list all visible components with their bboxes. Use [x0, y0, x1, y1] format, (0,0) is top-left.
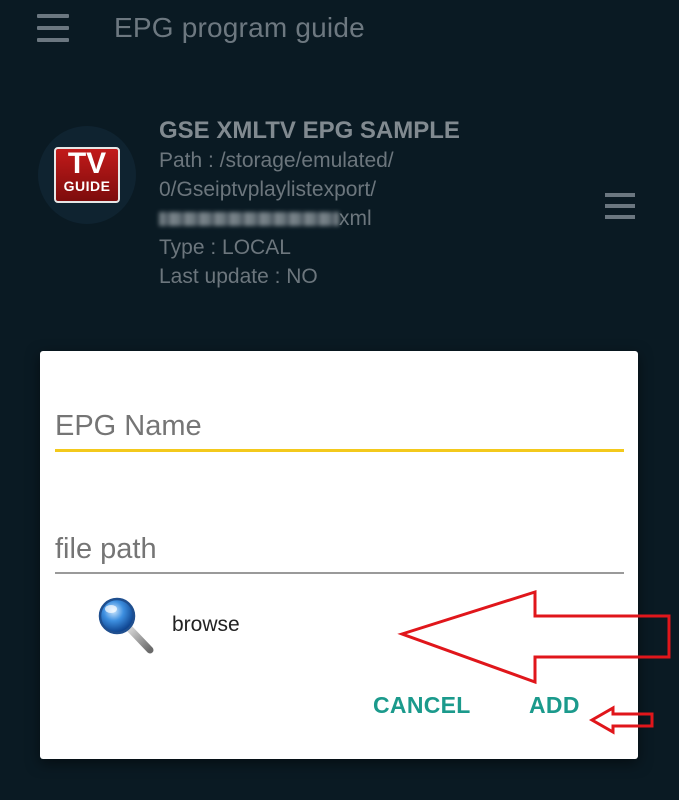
logo-line-2: GUIDE	[63, 178, 111, 194]
app-bar: EPG program guide	[0, 0, 679, 60]
page-title: EPG program guide	[114, 12, 365, 43]
browse-label: browse	[172, 613, 240, 636]
epg-options-icon[interactable]	[605, 193, 635, 219]
redacted-filename	[159, 212, 339, 227]
epg-last-update: Last update : NO	[159, 265, 318, 288]
epg-info: GSE XMLTV EPG SAMPLE Path : /storage/emu…	[159, 116, 579, 291]
epg-path-line-3: xml	[159, 204, 579, 233]
epg-path-line-2: 0/Gseiptvplaylistexport/	[159, 178, 377, 201]
file-path-input[interactable]	[55, 528, 624, 570]
logo-line-1: TV	[67, 147, 107, 180]
magnifier-icon	[98, 597, 154, 654]
epg-path-suffix: xml	[339, 207, 372, 230]
tv-guide-logo-icon: TV GUIDE	[54, 147, 120, 203]
cancel-button[interactable]: CANCEL	[373, 692, 471, 719]
epg-name: GSE XMLTV EPG SAMPLE	[159, 117, 460, 144]
epg-logo: TV GUIDE	[38, 126, 136, 224]
epg-name-input[interactable]	[55, 405, 624, 447]
hamburger-menu-icon[interactable]	[37, 14, 69, 42]
browse-button[interactable]: browse	[95, 596, 315, 656]
epg-type: Type : LOCAL	[159, 236, 291, 259]
epg-name-underline	[55, 449, 624, 452]
epg-path-line-1: Path : /storage/emulated/	[159, 149, 394, 172]
add-button[interactable]: ADD	[529, 692, 580, 719]
add-epg-dialog: browse CANCEL ADD	[40, 351, 638, 759]
screen: EPG program guide TV GUIDE GSE XMLTV EPG…	[0, 0, 679, 800]
file-path-underline	[55, 572, 624, 574]
